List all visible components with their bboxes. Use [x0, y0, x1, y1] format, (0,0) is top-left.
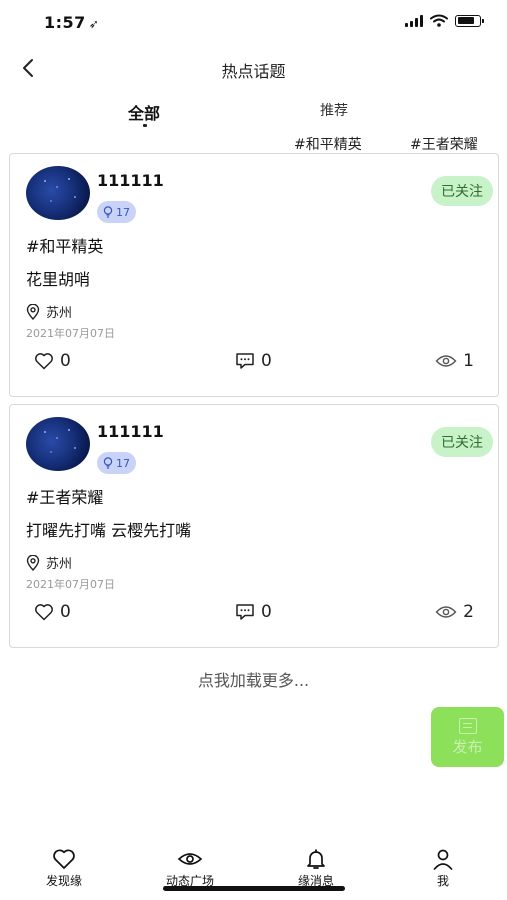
- tab-all[interactable]: 全部: [128, 100, 160, 124]
- location-arrow-icon: ➶: [88, 17, 100, 31]
- lightbulb-icon: [103, 206, 113, 218]
- tab-bar: 全部 推荐: [0, 98, 507, 132]
- tab-recommend[interactable]: 推荐: [320, 100, 348, 120]
- topic-tag-wangzhe[interactable]: #王者荣耀: [410, 134, 478, 154]
- post-location: 苏州: [26, 302, 72, 321]
- post-card[interactable]: 111111 17 已关注 #王者荣耀 打曜先打嘴 云樱先打嘴 苏州 2021年…: [9, 404, 499, 648]
- eye-icon: [435, 355, 457, 367]
- status-time: 1:57 ➶: [44, 13, 99, 32]
- home-indicator[interactable]: [163, 886, 345, 891]
- like-count: 0: [60, 602, 71, 622]
- eye-icon: [177, 853, 203, 865]
- post-date: 2021年07月07日: [26, 327, 115, 340]
- nav-label: 发现缘: [45, 874, 82, 888]
- nav-label: 我: [436, 874, 449, 888]
- tab-active-indicator: [143, 124, 147, 127]
- like-count: 0: [60, 351, 71, 371]
- bottom-nav: 发现缘 动态广场 缘消息 我: [0, 848, 507, 900]
- level-value: 17: [116, 205, 130, 219]
- view-stat: 1: [435, 351, 474, 371]
- post-card[interactable]: 111111 17 已关注 #和平精英 花里胡哨 苏州 2021年07月07日 …: [9, 153, 499, 397]
- post-content: 打曜先打嘴 云樱先打嘴: [26, 521, 192, 540]
- signal-icon: [405, 14, 423, 27]
- page-title: 热点话题: [221, 62, 286, 81]
- topic-tags: #和平精英 #王者荣耀: [0, 134, 507, 154]
- nav-feed[interactable]: 动态广场: [140, 848, 240, 889]
- time-text: 1:57: [44, 13, 86, 32]
- view-stat: 2: [435, 602, 474, 622]
- load-more-button[interactable]: 点我加载更多...: [0, 667, 507, 691]
- avatar[interactable]: [26, 417, 90, 471]
- view-count: 2: [463, 602, 474, 622]
- comment-button[interactable]: 0: [235, 351, 272, 371]
- post-content: 花里胡哨: [26, 270, 91, 289]
- avatar[interactable]: [26, 166, 90, 220]
- comment-icon: [236, 353, 254, 369]
- header: 热点话题: [0, 44, 507, 92]
- post-location: 苏州: [26, 553, 72, 572]
- username[interactable]: 111111: [97, 171, 164, 190]
- battery-icon: [455, 14, 484, 27]
- level-badge: 17: [97, 452, 136, 474]
- location-pin-icon: [26, 303, 40, 320]
- bell-icon: [307, 849, 325, 869]
- comment-icon: [236, 604, 254, 620]
- follow-button[interactable]: 已关注: [431, 427, 493, 457]
- follow-button[interactable]: 已关注: [431, 176, 493, 206]
- heart-icon: [53, 849, 75, 869]
- post-topic[interactable]: #和平精英: [26, 233, 103, 257]
- publish-button[interactable]: 发布: [431, 707, 504, 767]
- post-date: 2021年07月07日: [26, 578, 115, 591]
- username[interactable]: 111111: [97, 422, 164, 441]
- eye-icon: [435, 606, 457, 618]
- location-pin-icon: [26, 554, 40, 571]
- nav-discover[interactable]: 发现缘: [14, 848, 114, 889]
- publish-label: 发布: [452, 737, 483, 756]
- level-value: 17: [116, 456, 130, 470]
- heart-icon: [35, 604, 53, 621]
- status-icons: [405, 14, 484, 27]
- topic-tag-heping[interactable]: #和平精英: [294, 134, 362, 154]
- post-topic[interactable]: #王者荣耀: [26, 484, 103, 508]
- comment-count: 0: [261, 351, 272, 371]
- status-bar: 1:57 ➶: [0, 0, 507, 44]
- person-icon: [433, 849, 453, 870]
- location-text: 苏州: [46, 306, 73, 321]
- comment-count: 0: [261, 602, 272, 622]
- wifi-icon: [430, 14, 448, 27]
- level-badge: 17: [97, 201, 136, 223]
- lightbulb-icon: [103, 457, 113, 469]
- nav-profile[interactable]: 我: [393, 848, 493, 889]
- like-button[interactable]: 0: [34, 351, 71, 371]
- like-button[interactable]: 0: [34, 602, 71, 622]
- view-count: 1: [463, 351, 474, 371]
- heart-icon: [35, 353, 53, 370]
- comment-button[interactable]: 0: [235, 602, 272, 622]
- edit-note-icon: [458, 717, 477, 734]
- location-text: 苏州: [46, 557, 73, 572]
- nav-messages[interactable]: 缘消息: [266, 848, 366, 889]
